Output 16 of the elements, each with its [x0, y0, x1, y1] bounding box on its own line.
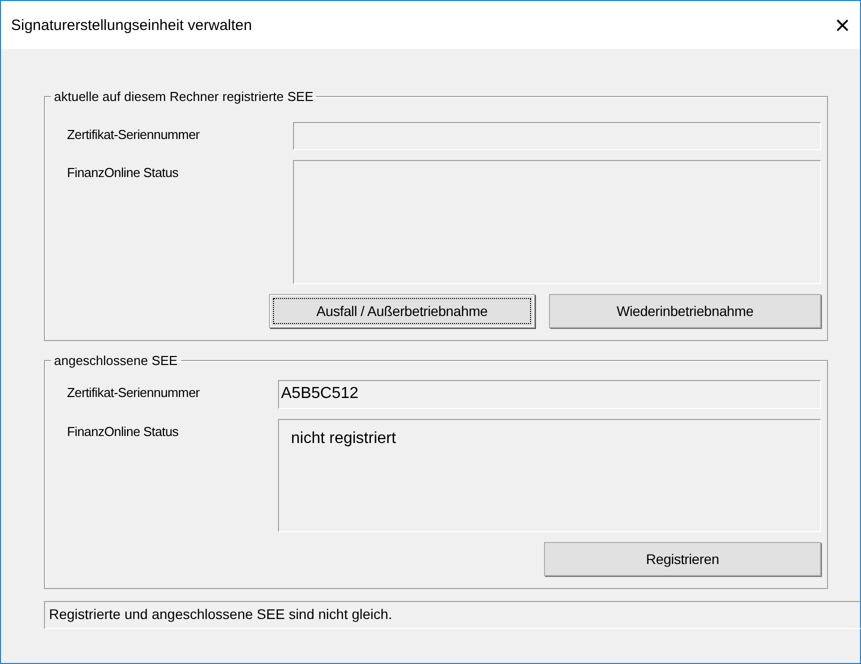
action-button[interactable]: Wiederinbetriebnahme — [549, 294, 821, 328]
action-button[interactable]: Registrieren — [544, 542, 821, 576]
serial-field[interactable]: A5B5C512 — [278, 380, 821, 409]
group-title: aktuelle auf diesem Rechner registrierte SEE — [53, 89, 314, 104]
status-field[interactable] — [293, 160, 821, 284]
field-label: FinanzOnline Status — [67, 423, 180, 439]
field-label: Zertifikat-Seriennummer — [67, 384, 201, 400]
status-field[interactable]: nicht registriert — [278, 419, 821, 532]
action-button[interactable]: Ausfall / Außerbetriebnahme — [269, 294, 535, 328]
serial-field[interactable] — [293, 122, 821, 150]
group-title: angeschlossene SEE — [53, 353, 179, 368]
field-label: Zertifikat-Seriennummer — [67, 126, 201, 142]
close-button[interactable]: × — [830, 12, 854, 38]
window-title: Signaturerstellungseinheit verwalten — [11, 16, 252, 34]
field-label: FinanzOnline Status — [67, 164, 180, 180]
status-message: Registrierte und angeschlossene SEE sind nicht gleich. — [44, 601, 861, 629]
